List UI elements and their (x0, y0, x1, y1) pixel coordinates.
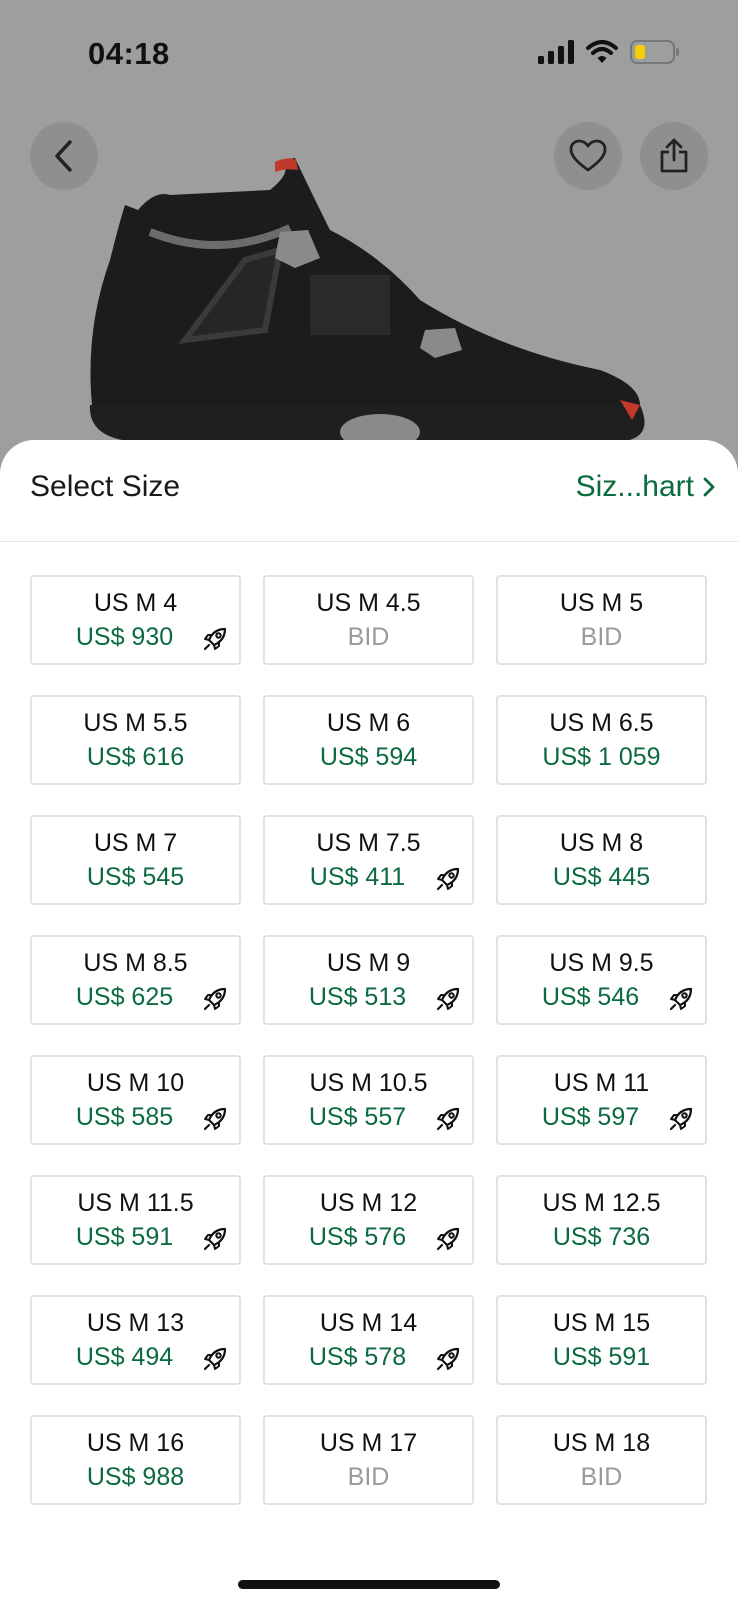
size-option[interactable]: US M 9.5 US$ 546 (496, 935, 707, 1025)
home-indicator (238, 1580, 500, 1589)
size-label: US M 15 (552, 1309, 651, 1337)
chevron-left-icon (55, 140, 72, 172)
rocket-icon (669, 987, 693, 1011)
size-option[interactable]: US M 10 US$ 585 (30, 1055, 241, 1145)
status-time: 04:18 (88, 36, 170, 71)
product-shoe-image (89, 158, 645, 450)
rocket-icon (436, 1347, 460, 1371)
size-option[interactable]: US M 5 BID (496, 575, 707, 665)
battery-icon (630, 40, 679, 64)
size-label: US M 18 (552, 1429, 651, 1457)
size-grid: US M 4 US$ 930 US M 4.5 BID US M 5 BID US M 5.… (30, 575, 708, 1505)
size-price: US$ 545 (86, 863, 185, 891)
rocket-icon (203, 627, 227, 651)
size-label: US M 12 (319, 1189, 418, 1217)
size-label: US M 13 (86, 1309, 185, 1337)
size-chart-label: Siz...hart (575, 470, 694, 503)
size-price: US$ 616 (86, 743, 185, 771)
size-option[interactable]: US M 12.5 US$ 736 (496, 1175, 707, 1265)
bid-label: BID (580, 623, 623, 651)
size-label: US M 4.5 (316, 589, 421, 617)
size-option[interactable]: US M 11 US$ 597 (496, 1055, 707, 1145)
size-label: US M 5 (559, 589, 644, 617)
size-label: US M 12.5 (542, 1189, 661, 1217)
size-option[interactable]: US M 15 US$ 591 (496, 1295, 707, 1385)
rocket-icon (203, 987, 227, 1011)
size-label: US M 9.5 (549, 949, 654, 977)
size-label: US M 10.5 (309, 1069, 428, 1097)
size-price: US$ 591 (552, 1343, 651, 1371)
size-label: US M 7.5 (316, 829, 421, 857)
signal-icon (538, 40, 574, 64)
size-selector-sheet: Select Size Siz...hart US M 4 US$ 930 US M… (0, 440, 738, 1600)
rocket-icon (436, 987, 460, 1011)
size-option[interactable]: US M 9 US$ 513 (263, 935, 474, 1025)
size-option[interactable]: US M 6.5 US$ 1 059 (496, 695, 707, 785)
size-label: US M 4 (93, 589, 178, 617)
size-label: US M 7 (93, 829, 178, 857)
size-option[interactable]: US M 12 US$ 576 (263, 1175, 474, 1265)
size-price: US$ 736 (552, 1223, 651, 1251)
size-label: US M 16 (86, 1429, 185, 1457)
size-option[interactable]: US M 5.5 US$ 616 (30, 695, 241, 785)
sheet-header: Select Size Siz...hart (0, 440, 738, 542)
size-price: US$ 445 (552, 863, 651, 891)
rocket-icon (669, 1107, 693, 1131)
product-image-area: 04:18 (0, 0, 738, 460)
size-label: US M 11 (553, 1069, 650, 1097)
rocket-icon (203, 1107, 227, 1131)
size-option[interactable]: US M 8 US$ 445 (496, 815, 707, 905)
size-price: US$ 594 (319, 743, 418, 771)
chevron-right-icon (703, 477, 715, 497)
size-price: US$ 1 059 (542, 743, 661, 771)
rocket-icon (203, 1227, 227, 1251)
size-label: US M 8.5 (83, 949, 188, 977)
bid-label: BID (580, 1463, 623, 1491)
status-icons (538, 40, 680, 64)
size-chart-link[interactable]: Siz...hart (576, 470, 716, 504)
size-option[interactable]: US M 7.5 US$ 411 (263, 815, 474, 905)
size-label: US M 10 (86, 1069, 185, 1097)
size-option[interactable]: US M 16 US$ 988 (30, 1415, 241, 1505)
rocket-icon (203, 1347, 227, 1371)
size-label: US M 9 (326, 949, 411, 977)
size-price: US$ 988 (86, 1463, 185, 1491)
size-label: US M 17 (319, 1429, 418, 1457)
size-option[interactable]: US M 6 US$ 594 (263, 695, 474, 785)
size-label: US M 11.5 (77, 1189, 194, 1217)
size-option[interactable]: US M 8.5 US$ 625 (30, 935, 241, 1025)
size-option[interactable]: US M 17 BID (263, 1415, 474, 1505)
bid-label: BID (347, 1463, 390, 1491)
size-option[interactable]: US M 11.5 US$ 591 (30, 1175, 241, 1265)
size-label: US M 6.5 (549, 709, 654, 737)
sheet-title: Select Size (30, 470, 181, 503)
wifi-icon (586, 40, 618, 63)
rocket-icon (436, 867, 460, 891)
size-label: US M 6 (326, 709, 411, 737)
size-option[interactable]: US M 7 US$ 545 (30, 815, 241, 905)
size-option[interactable]: US M 14 US$ 578 (263, 1295, 474, 1385)
rocket-icon (436, 1107, 460, 1131)
rocket-icon (436, 1227, 460, 1251)
size-label: US M 5.5 (83, 709, 188, 737)
size-option[interactable]: US M 4.5 BID (263, 575, 474, 665)
size-label: US M 8 (559, 829, 644, 857)
bid-label: BID (347, 623, 390, 651)
size-option[interactable]: US M 18 BID (496, 1415, 707, 1505)
size-label: US M 14 (319, 1309, 418, 1337)
size-option[interactable]: US M 13 US$ 494 (30, 1295, 241, 1385)
size-option[interactable]: US M 10.5 US$ 557 (263, 1055, 474, 1145)
size-option[interactable]: US M 4 US$ 930 (30, 575, 241, 665)
